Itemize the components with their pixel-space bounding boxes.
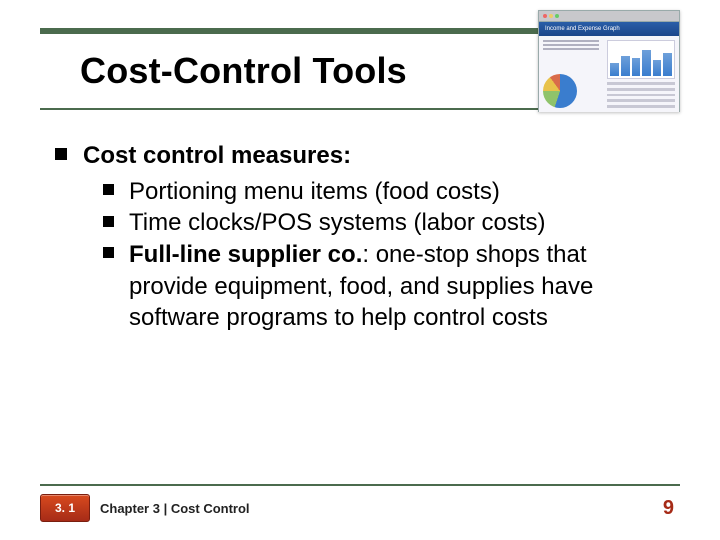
list-item-bold-lead: Full-line supplier co. xyxy=(129,241,362,268)
text-line xyxy=(607,82,675,85)
text-line xyxy=(543,48,599,50)
slide: Cost-Control Tools Income and Expense Gr… xyxy=(0,0,720,540)
thumbnail-body xyxy=(539,36,679,112)
bar-chart-icon xyxy=(607,40,675,79)
sub-bullet-list: Portioning menu items (food costs) Time … xyxy=(103,176,665,334)
list-item: Time clocks/POS systems (labor costs) xyxy=(103,207,665,239)
text-line xyxy=(607,105,675,108)
pie-chart-icon xyxy=(543,74,577,108)
text-line xyxy=(543,40,599,42)
text-line xyxy=(607,88,675,91)
text-line xyxy=(543,44,599,46)
content-area: Cost control measures: Portioning menu i… xyxy=(55,140,665,334)
chart-window-thumbnail: Income and Expense Graph xyxy=(538,10,680,112)
bullet-heading: Cost control measures: xyxy=(55,140,665,172)
page-number: 9 xyxy=(663,497,674,520)
footer-rule xyxy=(40,484,680,486)
thumbnail-header: Income and Expense Graph xyxy=(539,22,679,36)
text-line xyxy=(607,94,675,97)
list-item: Full-line supplier co.: one-stop shops t… xyxy=(103,239,665,334)
slide-title: Cost-Control Tools xyxy=(80,50,407,92)
chapter-label: Chapter 3 | Cost Control xyxy=(100,501,250,516)
list-item: Portioning menu items (food costs) xyxy=(103,176,665,208)
section-badge: 3. 1 xyxy=(40,494,90,522)
list-item-text: Time clocks/POS systems (labor costs) xyxy=(129,209,546,236)
window-titlebar-icon xyxy=(539,11,679,22)
text-line xyxy=(607,99,675,102)
list-item-text: Portioning menu items (food costs) xyxy=(129,178,500,205)
